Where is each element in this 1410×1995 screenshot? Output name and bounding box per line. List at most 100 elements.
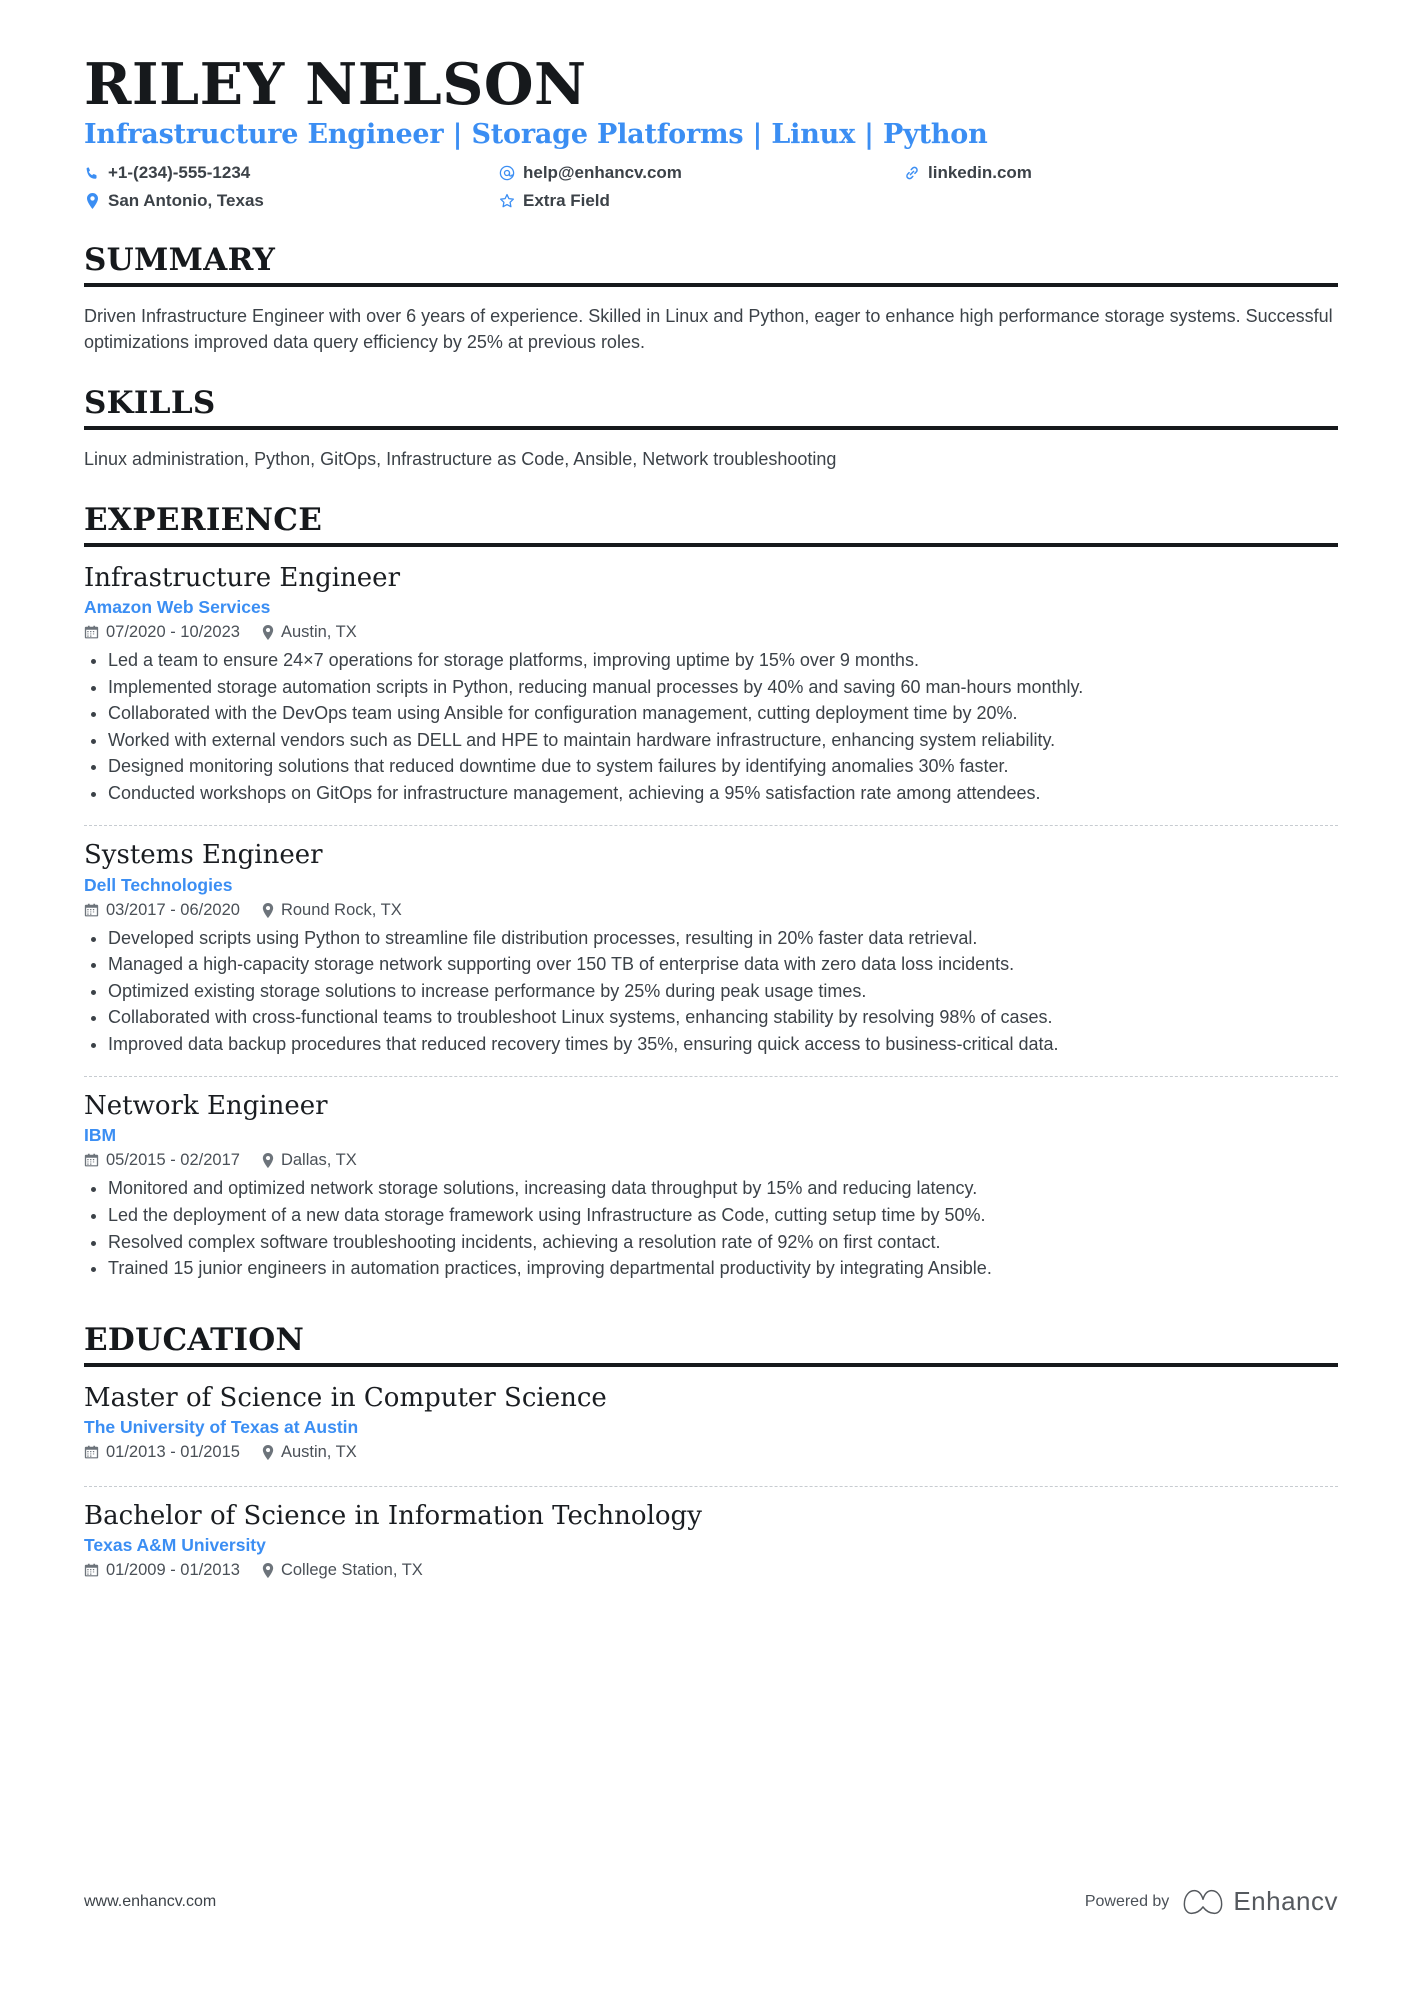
location-pin-icon (262, 902, 274, 918)
phone-icon (84, 166, 100, 181)
entry-location-label: College Station, TX (280, 1561, 423, 1580)
skills-text: Linux administration, Python, GitOps, In… (84, 449, 837, 470)
enhancv-logo-icon (1183, 1889, 1223, 1915)
section-title-summary: SUMMARY (84, 241, 276, 278)
bullet-item: Collaborated with cross-functional teams… (84, 1005, 1338, 1031)
bullet-item: Implemented storage automation scripts i… (84, 675, 1338, 701)
footer-branding: Powered by Enhancv (1085, 1886, 1338, 1917)
education-entry-title: Master of Science in Computer Science (84, 1382, 607, 1413)
bullet-item: Improved data backup procedures that red… (84, 1032, 1338, 1058)
experience-entry-organization[interactable]: Amazon Web Services (84, 597, 1338, 618)
entry-dates: 03/2017 - 06/2020 (84, 901, 240, 920)
entry-dates: 05/2015 - 02/2017 (84, 1151, 240, 1170)
section-title-experience: EXPERIENCE (84, 501, 323, 538)
bullet-item: Resolved complex software troubleshootin… (84, 1230, 1338, 1256)
entry-dates: 07/2020 - 10/2023 (84, 623, 240, 642)
education-entry-meta: 01/2013 - 01/2015 Austin, TX (84, 1443, 1338, 1462)
resume-page: RILEY NELSON Infrastructure Engineer | S… (0, 0, 1410, 1995)
section-education: EDUCATION Master of Science in Computer … (84, 1323, 1338, 1596)
experience-entry-title: Infrastructure Engineer (84, 562, 400, 593)
experience-entry-title: Network Engineer (84, 1091, 328, 1122)
summary-text: Driven Infrastructure Engineer with over… (84, 305, 1333, 353)
experience-entry-bullets: Monitored and optimized network storage … (84, 1176, 1338, 1281)
experience-entry-bullets: Led a team to ensure 24×7 operations for… (84, 648, 1338, 806)
bullet-item: Monitored and optimized network storage … (84, 1176, 1338, 1202)
section-title-education: EDUCATION (84, 1321, 305, 1358)
entry-dates-label: 03/2017 - 06/2020 (106, 900, 240, 919)
bullet-item: Led a team to ensure 24×7 operations for… (84, 648, 1338, 674)
bullet-item: Developed scripts using Python to stream… (84, 926, 1338, 952)
entry-dates: 01/2013 - 01/2015 (84, 1443, 240, 1462)
contact-phone-label: +1-(234)-555-1234 (108, 162, 251, 182)
section-skills: SKILLS Linux administration, Python, Git… (84, 386, 1338, 473)
entry-dates-label: 05/2015 - 02/2017 (106, 1151, 240, 1170)
calendar-icon (84, 903, 99, 918)
page-footer: www.enhancv.com Powered by Enhancv (84, 1886, 1338, 1917)
section-divider (84, 426, 1338, 431)
bullet-item: Worked with external vendors such as DEL… (84, 728, 1338, 754)
contact-grid: +1-(234)-555-1234 help@enhancv.com linke… (84, 162, 1338, 213)
education-entry-organization[interactable]: Texas A&M University (84, 1535, 1338, 1556)
entry-location-label: Austin, TX (280, 623, 357, 642)
section-divider (84, 542, 1338, 547)
experience-entry-bullets: Developed scripts using Python to stream… (84, 926, 1338, 1058)
bullet-item: Trained 15 junior engineers in automatio… (84, 1256, 1338, 1282)
entry-location: Dallas, TX (262, 1151, 357, 1170)
location-pin-icon (84, 193, 100, 210)
entry-dates-label: 07/2020 - 10/2023 (106, 623, 240, 642)
bullet-item: Managed a high-capacity storage network … (84, 952, 1338, 978)
entry-location-label: Austin, TX (280, 1442, 357, 1461)
calendar-icon (84, 625, 99, 640)
experience-entry-organization[interactable]: Dell Technologies (84, 875, 1338, 896)
experience-list: Infrastructure Engineer Amazon Web Servic… (84, 563, 1338, 1293)
experience-entry-meta: 07/2020 - 10/2023 Austin, TX (84, 623, 1338, 642)
bullet-item: Collaborated with the DevOps team using … (84, 701, 1338, 727)
candidate-headline: Infrastructure Engineer | Storage Platfo… (84, 118, 988, 150)
education-list: Master of Science in Computer Science The… (84, 1383, 1338, 1596)
education-entry: Master of Science in Computer Science The… (84, 1383, 1338, 1478)
bullet-item: Conducted workshops on GitOps for infras… (84, 781, 1338, 807)
candidate-name: RILEY NELSON (84, 51, 587, 118)
education-entry-organization[interactable]: The University of Texas at Austin (84, 1417, 1338, 1438)
contact-phone[interactable]: +1-(234)-555-1234 (84, 162, 499, 185)
footer-url[interactable]: www.enhancv.com (84, 1893, 216, 1911)
experience-entry: Infrastructure Engineer Amazon Web Servic… (84, 563, 1338, 817)
location-pin-icon (262, 1563, 274, 1579)
experience-entry: Systems Engineer Dell Technologies 03/2017… (84, 825, 1338, 1068)
contact-location-label: San Antonio, Texas (108, 190, 264, 210)
entry-dates-label: 01/2013 - 01/2015 (106, 1442, 240, 1461)
enhancv-brand: Enhancv (1183, 1886, 1338, 1917)
email-icon (499, 165, 515, 181)
calendar-icon (84, 1445, 99, 1460)
experience-entry-meta: 03/2017 - 06/2020 Round Rock, TX (84, 901, 1338, 920)
contact-email[interactable]: help@enhancv.com (499, 162, 904, 185)
resume-header: RILEY NELSON Infrastructure Engineer | S… (84, 55, 1338, 213)
calendar-icon (84, 1153, 99, 1168)
enhancv-brand-name: Enhancv (1233, 1886, 1338, 1916)
experience-entry-title: Systems Engineer (84, 840, 323, 871)
location-pin-icon (262, 1444, 274, 1460)
contact-extra-field-label: Extra Field (523, 190, 610, 210)
entry-location-label: Dallas, TX (280, 1151, 357, 1170)
contact-link-label: linkedin.com (928, 162, 1032, 182)
location-pin-icon (262, 1153, 274, 1169)
entry-dates-label: 01/2009 - 01/2013 (106, 1561, 240, 1580)
section-summary: SUMMARY Driven Infrastructure Engineer w… (84, 243, 1338, 356)
bullet-item: Designed monitoring solutions that reduc… (84, 754, 1338, 780)
contact-location[interactable]: San Antonio, Texas (84, 190, 499, 213)
experience-entry-organization[interactable]: IBM (84, 1125, 1338, 1146)
star-icon (499, 193, 515, 209)
contact-extra-field[interactable]: Extra Field (499, 190, 904, 213)
education-entry-meta: 01/2009 - 01/2013 College Station, TX (84, 1561, 1338, 1580)
section-divider (84, 1362, 1338, 1367)
entry-location-label: Round Rock, TX (280, 900, 402, 919)
entry-location: Austin, TX (262, 623, 357, 642)
contact-email-label: help@enhancv.com (523, 162, 682, 182)
bullet-item: Optimized existing storage solutions to … (84, 979, 1338, 1005)
experience-entry-meta: 05/2015 - 02/2017 Dallas, TX (84, 1151, 1338, 1170)
contact-link[interactable]: linkedin.com (904, 162, 1338, 185)
link-icon (904, 165, 920, 181)
section-experience: EXPERIENCE Infrastructure Engineer Amazon… (84, 503, 1338, 1293)
section-title-skills: SKILLS (84, 385, 216, 422)
entry-location: Austin, TX (262, 1443, 357, 1462)
